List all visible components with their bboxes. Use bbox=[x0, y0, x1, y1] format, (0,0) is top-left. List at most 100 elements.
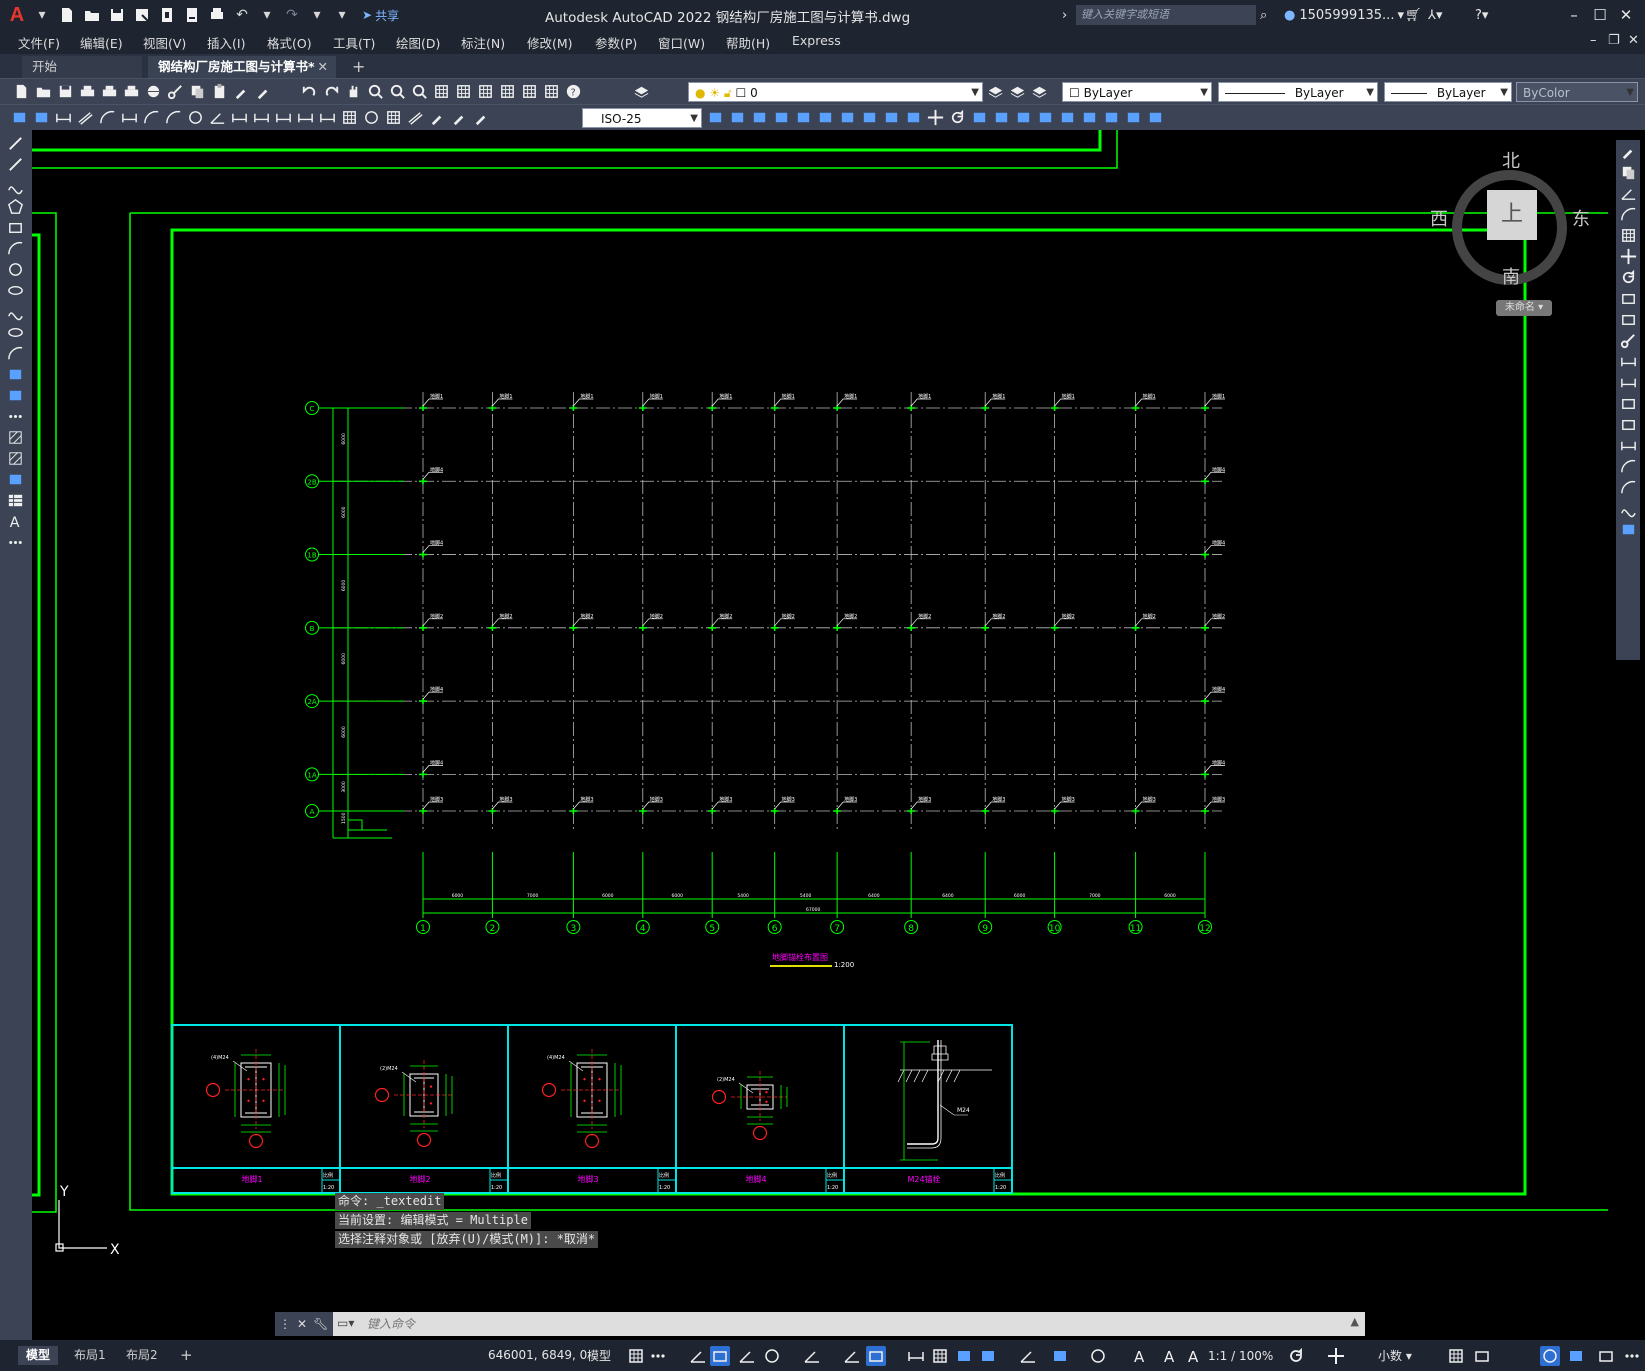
save-icon[interactable] bbox=[56, 82, 75, 101]
fillet-icon[interactable] bbox=[1619, 457, 1638, 476]
viewcube-south[interactable]: 南 bbox=[1502, 263, 1520, 289]
print-icon[interactable] bbox=[78, 82, 97, 101]
layer-properties-icon[interactable] bbox=[632, 82, 651, 101]
layer-state-icon[interactable] bbox=[1030, 82, 1049, 101]
center-mark-icon[interactable] bbox=[362, 108, 381, 127]
doc-close-button[interactable]: ✕ bbox=[1628, 33, 1639, 48]
circle-icon[interactable] bbox=[6, 260, 25, 279]
point-icon[interactable] bbox=[6, 407, 25, 426]
arc-length-icon[interactable] bbox=[98, 108, 117, 127]
new-tab-button[interactable]: + bbox=[342, 56, 375, 78]
units-dropdown[interactable]: 小数 ▾ bbox=[1378, 1346, 1412, 1366]
continue-dim-icon[interactable] bbox=[274, 108, 293, 127]
transparency-icon[interactable] bbox=[930, 1346, 950, 1366]
gizmo-icon[interactable] bbox=[1088, 1346, 1108, 1366]
markup-icon[interactable] bbox=[520, 82, 539, 101]
union-icon[interactable] bbox=[728, 108, 747, 127]
recent-commands-icon[interactable]: ▭▾ bbox=[337, 1316, 363, 1332]
command-line-grip[interactable]: ⋮ ✕ 🔧︎ bbox=[275, 1312, 333, 1336]
clean-screen-icon[interactable] bbox=[1596, 1346, 1616, 1366]
make-block-icon[interactable] bbox=[6, 386, 25, 405]
tab-start[interactable]: 开始 bbox=[22, 56, 142, 78]
zoom-window-icon[interactable] bbox=[388, 82, 407, 101]
grid-icon[interactable] bbox=[626, 1346, 646, 1366]
help-icon[interactable]: ?▾ bbox=[1475, 5, 1488, 25]
object-snap-icon[interactable] bbox=[866, 1346, 886, 1366]
minimize-button[interactable]: – bbox=[1562, 5, 1586, 25]
search-expand-icon[interactable]: › bbox=[1062, 5, 1067, 25]
dynamic-input-icon[interactable] bbox=[710, 1346, 730, 1366]
lock-ui-icon[interactable] bbox=[1472, 1346, 1492, 1366]
drawing-svg[interactable]: 6000 7000 6000 6000 5400 5400 6400 6400 6000 7000… bbox=[32, 130, 1608, 1340]
ortho-icon[interactable] bbox=[737, 1346, 757, 1366]
close-tab-icon[interactable]: ✕ bbox=[318, 56, 328, 78]
design-center-icon[interactable] bbox=[454, 82, 473, 101]
hatch-icon[interactable] bbox=[6, 428, 25, 447]
autodesk-app-icon[interactable]: ⅄▾ bbox=[1428, 5, 1442, 25]
line-icon[interactable] bbox=[6, 134, 25, 153]
cut-icon[interactable] bbox=[166, 82, 185, 101]
maximize-button[interactable]: ☐ bbox=[1588, 5, 1612, 25]
quick-properties-icon[interactable] bbox=[1446, 1346, 1466, 1366]
explode-block-icon[interactable] bbox=[1619, 520, 1638, 539]
annotation-monitor-icon[interactable] bbox=[1326, 1346, 1346, 1366]
properties-icon[interactable] bbox=[432, 82, 451, 101]
drawing-canvas[interactable]: 6000 7000 6000 6000 5400 5400 6400 6400 6000 7000… bbox=[32, 130, 1608, 1340]
explode-icon[interactable] bbox=[1619, 499, 1638, 518]
zoom-realtime-icon[interactable] bbox=[366, 82, 385, 101]
save-as-icon[interactable] bbox=[131, 4, 153, 26]
move-icon[interactable] bbox=[1619, 247, 1638, 266]
menu-view[interactable]: 视图(V) bbox=[143, 33, 186, 52]
menu-draw[interactable]: 绘图(D) bbox=[396, 33, 440, 52]
open-web-icon[interactable] bbox=[156, 4, 178, 26]
menu-tools[interactable]: 工具(T) bbox=[333, 33, 375, 52]
dim-space-icon[interactable] bbox=[296, 108, 315, 127]
redo-icon[interactable] bbox=[322, 82, 341, 101]
ellipse-icon[interactable] bbox=[6, 323, 25, 342]
viewcube-north[interactable]: 北 bbox=[1502, 147, 1520, 173]
dim-edit-icon[interactable] bbox=[428, 108, 447, 127]
shell-icon[interactable] bbox=[1036, 108, 1055, 127]
layout-tab-1[interactable]: 布局1 bbox=[66, 1346, 114, 1365]
linetype-dropdown[interactable]: ByLayer ▼ bbox=[1218, 82, 1378, 102]
user-account[interactable]: ● 1505999135... ▾ bbox=[1284, 5, 1404, 25]
chamfer-icon[interactable] bbox=[1619, 436, 1638, 455]
polar-tracking-icon[interactable] bbox=[762, 1346, 782, 1366]
annotation-scale-icon[interactable]: A bbox=[1184, 1346, 1204, 1366]
annotation-visibility-icon[interactable]: A bbox=[1130, 1346, 1150, 1366]
save-icon[interactable] bbox=[106, 4, 128, 26]
match-properties-icon[interactable] bbox=[232, 82, 251, 101]
dim-update-icon[interactable] bbox=[472, 108, 491, 127]
viewcube-face-top[interactable]: 上 bbox=[1487, 190, 1537, 240]
open-icon[interactable] bbox=[34, 82, 53, 101]
workspace-icon[interactable] bbox=[1286, 1346, 1306, 1366]
dimstyle-dropdown[interactable]: ISO-25 ▼ bbox=[582, 108, 702, 128]
sheet-set-icon[interactable] bbox=[498, 82, 517, 101]
isolate-icon[interactable] bbox=[1540, 1346, 1560, 1366]
aligned-dim-icon[interactable] bbox=[76, 108, 95, 127]
dynamic-ucs-icon[interactable] bbox=[1018, 1346, 1038, 1366]
new-file-icon[interactable] bbox=[56, 4, 78, 26]
extrude-icon[interactable] bbox=[772, 108, 791, 127]
menu-window[interactable]: 窗口(W) bbox=[658, 33, 705, 52]
close-button[interactable]: ✕ bbox=[1614, 5, 1638, 25]
jogged-linear-icon[interactable] bbox=[406, 108, 425, 127]
dropdown-arrow-icon[interactable]: ▾ bbox=[31, 4, 53, 26]
dim-break-icon[interactable] bbox=[318, 108, 337, 127]
close-icon[interactable]: ✕ bbox=[297, 1317, 307, 1331]
3d-align-icon[interactable] bbox=[970, 108, 989, 127]
ellipse-arc-icon[interactable] bbox=[6, 344, 25, 363]
doc-restore-button[interactable]: ❐ bbox=[1608, 33, 1620, 48]
baseline-dim-icon[interactable] bbox=[252, 108, 271, 127]
command-input[interactable]: 键入命令 bbox=[367, 1315, 415, 1332]
region-icon[interactable] bbox=[6, 470, 25, 489]
separate-icon[interactable] bbox=[1124, 108, 1143, 127]
menu-express[interactable]: Express bbox=[792, 33, 841, 48]
break-at-point-icon[interactable] bbox=[1619, 373, 1638, 392]
calculator-icon[interactable] bbox=[542, 82, 561, 101]
viewcube-east[interactable]: 东 bbox=[1572, 205, 1590, 231]
menu-file[interactable]: 文件(F) bbox=[18, 33, 60, 52]
wcs-menu[interactable]: 未命名 ▾ bbox=[1496, 300, 1552, 316]
infer-constraints-icon[interactable] bbox=[688, 1346, 708, 1366]
revolve-icon[interactable] bbox=[794, 108, 813, 127]
